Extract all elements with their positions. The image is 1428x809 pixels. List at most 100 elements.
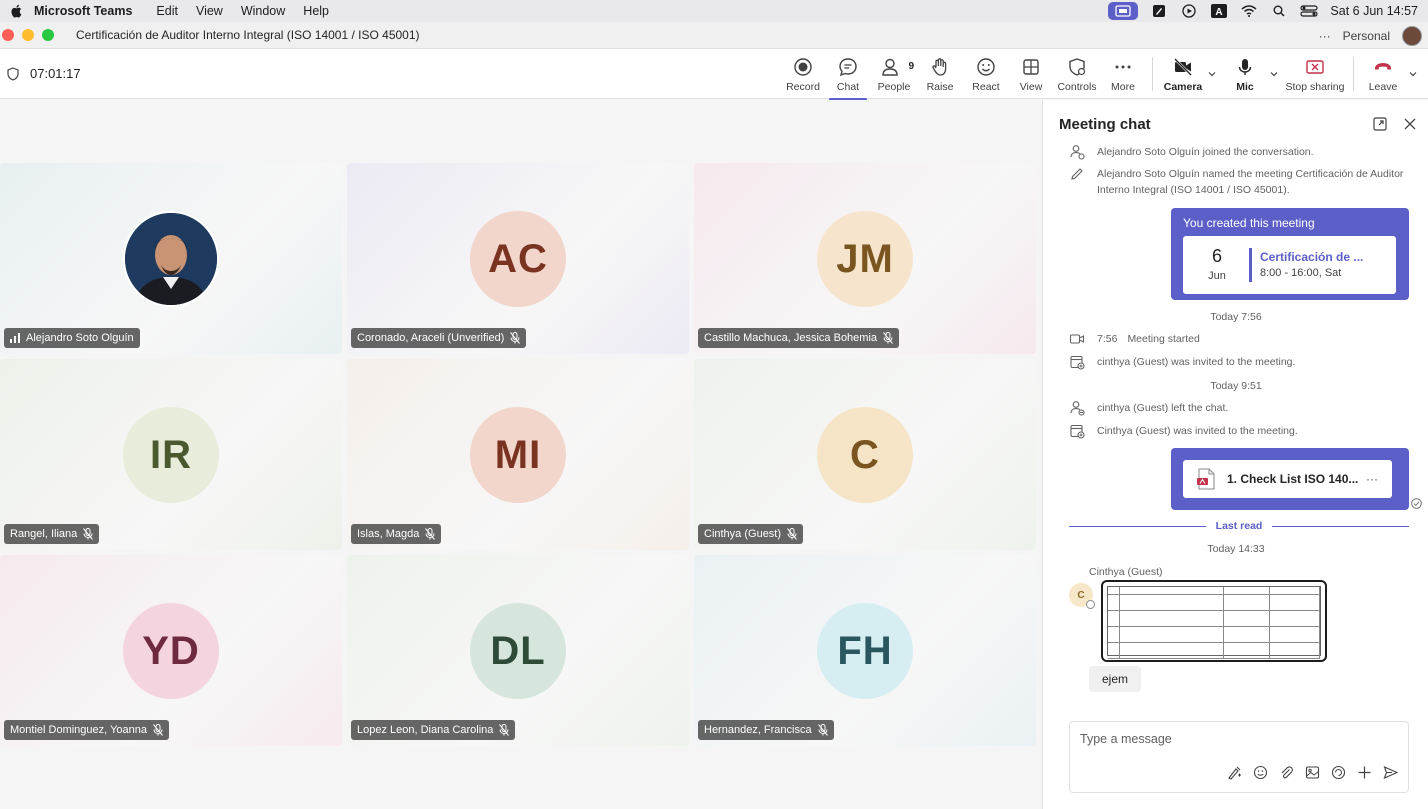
minimize-window-button[interactable] <box>22 29 34 41</box>
send-icon[interactable] <box>1383 765 1398 780</box>
file-name[interactable]: 1. Check List ISO 140... <box>1227 472 1358 486</box>
file-more-options-button[interactable]: ··· <box>1366 472 1378 486</box>
image-icon[interactable] <box>1305 765 1320 780</box>
participant-initials-avatar: FH <box>817 603 913 699</box>
image-message[interactable] <box>1101 580 1327 662</box>
participant-initials-avatar: JM <box>817 211 913 307</box>
loop-component-icon[interactable] <box>1331 765 1346 780</box>
control-center-icon[interactable] <box>1300 4 1319 18</box>
participant-name: Hernandez, Francisca <box>704 724 812 736</box>
message-composer[interactable]: Type a message <box>1069 721 1409 793</box>
menu-app-name[interactable]: Microsoft Teams <box>34 4 132 18</box>
chat-panel-title: Meeting chat <box>1059 116 1151 133</box>
read-receipt-icon <box>1411 498 1422 509</box>
participant-tile[interactable]: YD Montiel Dominguez, Yoanna <box>0 555 342 746</box>
participant-tile[interactable]: Alejandro Soto Olguín <box>0 163 342 354</box>
participant-name: Rangel, Iliana <box>10 528 78 540</box>
camera-options-chevron-icon[interactable] <box>1207 69 1217 79</box>
participant-tile[interactable]: JM Castillo Machuca, Jessica Bohemia <box>694 163 1036 354</box>
participant-tile[interactable]: IR Rangel, Iliana <box>0 359 342 550</box>
stop-sharing-button[interactable]: Stop sharing <box>1282 57 1348 93</box>
participant-tile[interactable]: FH Hernandez, Francisca <box>694 555 1036 746</box>
stop-sharing-icon <box>1306 60 1324 74</box>
hang-up-icon <box>1375 63 1391 70</box>
mac-menu-bar: Microsoft Teams Edit View Window Help A … <box>0 0 1428 22</box>
menu-window[interactable]: Window <box>241 4 285 18</box>
mic-options-chevron-icon[interactable] <box>1269 69 1279 79</box>
record-icon <box>794 58 812 76</box>
date-separator: Today 9:51 <box>1210 380 1262 392</box>
participant-tile[interactable]: C Cinthya (Guest) <box>694 359 1036 550</box>
wifi-icon[interactable] <box>1240 4 1258 18</box>
calendar-add-icon <box>1070 355 1085 370</box>
participant-tile[interactable]: DL Lopez Leon, Diana Carolina <box>347 555 689 746</box>
meeting-started-time: 7:56 <box>1097 333 1118 345</box>
chat-label: Chat <box>836 81 860 93</box>
menu-view[interactable]: View <box>196 4 223 18</box>
meeting-card-name[interactable]: Certificación de ... <box>1260 250 1363 264</box>
mic-button[interactable]: Mic <box>1217 57 1273 93</box>
format-icon[interactable] <box>1227 765 1242 780</box>
close-window-button[interactable] <box>2 29 14 41</box>
system-message: cinthya (Guest) was invited to the meeti… <box>1069 354 1295 370</box>
person-left-icon <box>1070 401 1085 416</box>
shield-icon[interactable] <box>6 66 20 81</box>
profile-avatar[interactable] <box>1402 25 1422 46</box>
menu-help[interactable]: Help <box>303 4 329 18</box>
profile-label[interactable]: Personal <box>1343 29 1390 43</box>
menu-edit[interactable]: Edit <box>156 4 178 18</box>
text-message[interactable]: ejem <box>1089 666 1142 692</box>
pen-tray-icon[interactable] <box>1150 4 1168 18</box>
meeting-card-body[interactable]: 6 Jun Certificación de ... 8:00 - 16:00,… <box>1183 236 1396 294</box>
pop-out-icon[interactable] <box>1372 116 1388 132</box>
screen-share-tray-icon[interactable] <box>1108 2 1139 20</box>
message-input[interactable]: Type a message <box>1080 732 1172 746</box>
toolbar-divider <box>1152 57 1153 91</box>
plus-icon[interactable] <box>1357 765 1372 780</box>
file-attachment[interactable]: 1. Check List ISO 140... ··· <box>1183 460 1392 498</box>
leave-button[interactable]: Leave <box>1355 57 1411 93</box>
person-photo-icon <box>125 213 217 305</box>
participant-name-tag: Hernandez, Francisca <box>698 720 834 740</box>
calendar-add-icon <box>1070 424 1085 439</box>
mic-muted-icon <box>817 724 828 736</box>
spotlight-search-icon[interactable] <box>1270 4 1288 18</box>
react-label: React <box>972 81 1000 93</box>
participant-tile[interactable]: MI Islas, Magda <box>347 359 689 550</box>
system-message-text: cinthya (Guest) left the chat. <box>1097 402 1229 414</box>
video-camera-icon <box>1069 334 1085 344</box>
presence-offline-icon <box>1086 600 1095 609</box>
microphone-icon <box>1238 59 1252 75</box>
camera-label: Camera <box>1163 81 1203 93</box>
play-tray-icon[interactable] <box>1180 4 1198 18</box>
grid-view-icon <box>1023 59 1039 75</box>
menu-bar-clock[interactable]: Sat 6 Jun 14:57 <box>1330 4 1418 18</box>
apple-icon[interactable] <box>10 4 22 18</box>
chat-icon <box>839 58 857 77</box>
timer-text: 07:01:17 <box>30 66 81 81</box>
participant-name: Islas, Magda <box>357 528 420 540</box>
camera-button[interactable]: Camera <box>1155 57 1211 93</box>
shield-controls-icon <box>1069 58 1086 76</box>
mic-muted-icon <box>153 724 163 736</box>
close-icon[interactable] <box>1402 116 1418 132</box>
sender-avatar[interactable]: C <box>1069 583 1095 609</box>
attach-icon[interactable] <box>1279 765 1294 780</box>
more-actions-button[interactable]: More <box>1095 57 1151 93</box>
participant-tile[interactable]: AC Coronado, Araceli (Unverified) <box>347 163 689 354</box>
emoji-icon[interactable] <box>1253 765 1268 780</box>
participant-name: Alejandro Soto Olguín <box>26 332 134 344</box>
image-thumbnail <box>1107 586 1321 659</box>
leave-options-chevron-icon[interactable] <box>1408 69 1418 79</box>
person-joined-icon <box>1070 145 1085 160</box>
system-message-text: Alejandro Soto Olguín joined the convers… <box>1097 146 1314 158</box>
text-tray-icon[interactable]: A <box>1210 4 1228 18</box>
participant-name: Montiel Dominguez, Yoanna <box>10 724 147 736</box>
zoom-window-button[interactable] <box>42 29 54 41</box>
system-message: cinthya (Guest) left the chat. <box>1069 400 1228 416</box>
participant-name-tag: Coronado, Araceli (Unverified) <box>351 328 527 348</box>
more-options-button[interactable]: ··· <box>1319 29 1331 43</box>
meeting-card-accent-bar <box>1249 248 1252 282</box>
meeting-created-card[interactable]: You created this meeting 6 Jun Certifica… <box>1171 208 1409 300</box>
meeting-started-text: Meeting started <box>1127 333 1200 345</box>
